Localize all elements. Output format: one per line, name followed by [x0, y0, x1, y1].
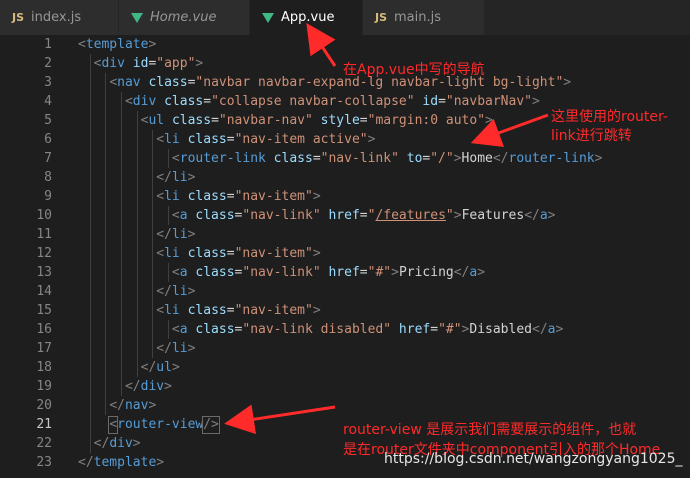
code-line: 20 </nav>: [0, 396, 690, 415]
indent-guide: [120, 92, 122, 396]
code-line: 8 </li>: [0, 168, 690, 187]
line-number: 7: [44, 151, 52, 166]
line-number: 3: [44, 75, 52, 90]
indent-guide: [152, 130, 154, 358]
line-code: <a class="nav-link disabled" href="#">Di…: [171, 322, 564, 337]
line-code: <div class="collapse navbar-collapse" id…: [124, 94, 540, 109]
bracket-match-highlight: [108, 416, 119, 434]
line-code: <a class="nav-link" href="#">Pricing</a>: [171, 265, 486, 280]
line-code: <li class="nav-item">: [156, 189, 321, 204]
line-number: 23: [36, 455, 52, 470]
line-number: 5: [44, 113, 52, 128]
tab-label: App.vue: [281, 10, 335, 25]
line-number: 9: [44, 189, 52, 204]
code-line: 15 <li class="nav-item">: [0, 301, 690, 320]
vue-file-icon: [131, 12, 143, 23]
annotation-router-link-2: link进行跳转: [551, 128, 632, 144]
annotation-router-view-1: router-view 是展示我们需要展示的组件，也就: [343, 422, 637, 438]
code-line: 13 <a class="nav-link" href="#">Pricing<…: [0, 263, 690, 282]
line-code: </template>: [78, 455, 165, 470]
line-code: <router-link class="nav-link" to="/">Hom…: [171, 151, 603, 166]
annotation-router-link-1: 这里使用的router-: [551, 109, 668, 125]
tab-main-js[interactable]: JS main.js: [363, 0, 485, 35]
line-number: 17: [36, 341, 52, 356]
line-number: 16: [36, 322, 52, 337]
line-code: <template>: [78, 37, 157, 52]
line-number: 4: [44, 94, 52, 109]
indent-guide: [105, 73, 107, 415]
code-line: 12 <li class="nav-item">: [0, 244, 690, 263]
indent-guide: [89, 54, 91, 453]
editor-tab-bar: JS index.js Home.vue App.vue JS main.js: [0, 0, 690, 35]
line-number: 13: [36, 265, 52, 280]
line-number: 12: [36, 246, 52, 261]
code-editor[interactable]: 1 <template> 2 <div id="app"> 3 <nav class=…: [0, 35, 690, 478]
code-line: 17 </li>: [0, 339, 690, 358]
code-line: 18 </ul>: [0, 358, 690, 377]
tab-label: Home.vue: [150, 10, 217, 25]
line-code: <a class="nav-link" href="/features">Fea…: [171, 208, 556, 223]
line-number: 14: [36, 284, 52, 299]
line-number: 6: [44, 132, 52, 147]
line-number: 10: [36, 208, 52, 223]
js-file-icon: JS: [12, 11, 25, 24]
js-file-icon: JS: [375, 11, 388, 24]
code-line: 16 <a class="nav-link disabled" href="#"…: [0, 320, 690, 339]
tab-index-js[interactable]: JS index.js: [0, 0, 119, 35]
line-code: <li class="nav-item">: [156, 246, 321, 261]
indent-guide: [167, 263, 169, 282]
tab-label: main.js: [394, 10, 442, 25]
tab-home-vue[interactable]: Home.vue: [119, 0, 250, 35]
line-number: 22: [36, 436, 52, 451]
code-line: 9 <li class="nav-item">: [0, 187, 690, 206]
code-line: 10 <a class="nav-link" href="/features">…: [0, 206, 690, 225]
line-number: 15: [36, 303, 52, 318]
bracket-match-highlight: [202, 416, 220, 434]
line-code: <router-view/>: [109, 417, 219, 432]
annotation-nav: 在App.vue中写的导航: [343, 62, 485, 78]
vue-file-icon: [262, 12, 274, 23]
line-code: </ul>: [140, 360, 180, 375]
line-code: <div id="app">: [93, 56, 204, 71]
code-line: 7 <router-link class="nav-link" to="/">H…: [0, 149, 690, 168]
line-number: 8: [44, 170, 52, 185]
line-number: 2: [44, 56, 52, 71]
line-number: 19: [36, 379, 52, 394]
code-line: 1 <template>: [0, 35, 690, 54]
indent-guide: [167, 149, 169, 168]
code-line: 14 </li>: [0, 282, 690, 301]
line-number: 1: [44, 37, 52, 52]
indent-guide: [167, 206, 169, 225]
code-line: 19 </div>: [0, 377, 690, 396]
line-code: </div>: [124, 379, 172, 394]
indent-guide: [136, 111, 138, 377]
line-code: </div>: [93, 436, 141, 451]
line-code: <nav class="navbar navbar-expand-lg navb…: [109, 75, 572, 90]
tab-label: index.js: [31, 10, 82, 25]
line-number: 18: [36, 360, 52, 375]
line-code: <li class="nav-item active">: [156, 132, 376, 147]
line-number: 11: [36, 227, 52, 242]
line-number: 20: [36, 398, 52, 413]
line-number: 21: [36, 417, 52, 432]
indent-guide: [167, 320, 169, 339]
line-code: <li class="nav-item">: [156, 303, 321, 318]
tab-app-vue[interactable]: App.vue: [250, 0, 363, 35]
code-line: 11 </li>: [0, 225, 690, 244]
line-code: <ul class="navbar-nav" style="margin:0 a…: [140, 113, 493, 128]
watermark-url: https://blog.csdn.net/wangzongyang1025_: [384, 451, 683, 467]
